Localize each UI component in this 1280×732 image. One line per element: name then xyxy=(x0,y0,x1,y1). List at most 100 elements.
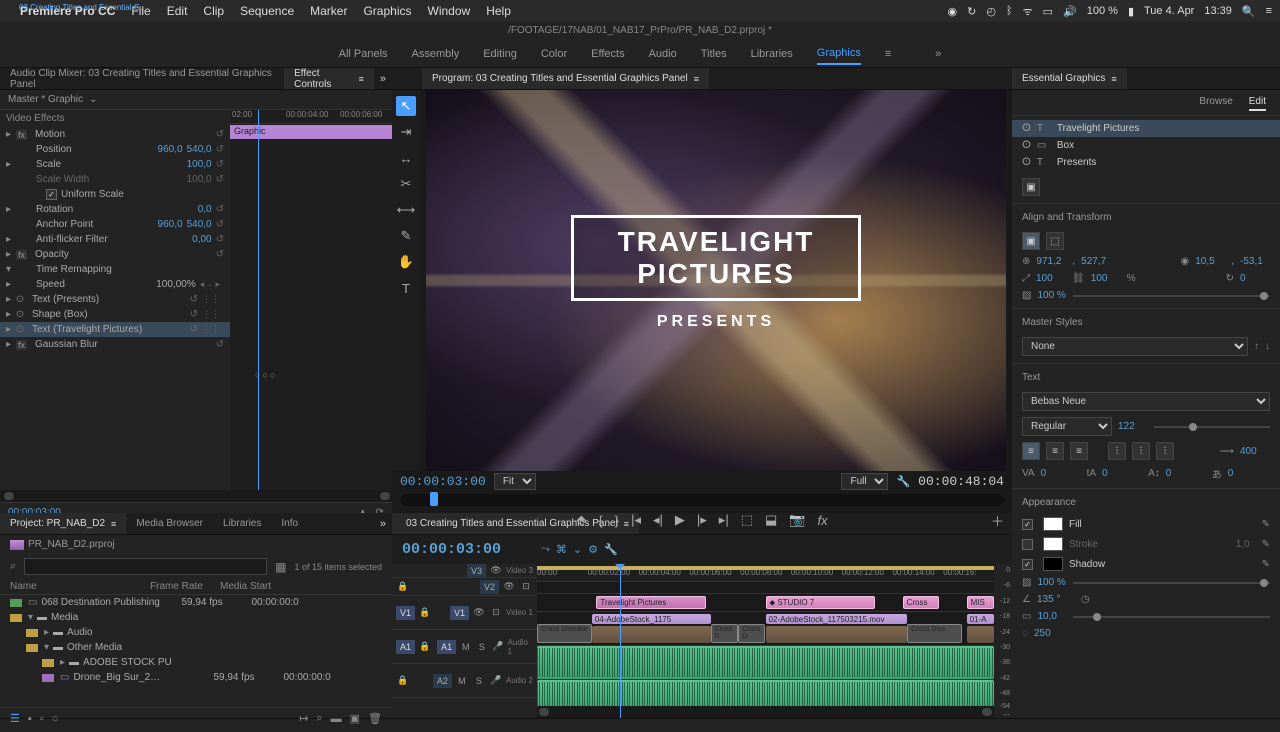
reset-icon[interactable]: ↺ xyxy=(190,294,198,305)
ec-pos-x[interactable]: 960,0 xyxy=(158,144,183,155)
menu-edit[interactable]: Edit xyxy=(167,4,188,18)
ws-titles[interactable]: Titles xyxy=(701,44,727,64)
lock-icon[interactable]: 🔒 xyxy=(418,641,431,652)
grid-view-icon[interactable]: ▦ xyxy=(275,560,286,574)
time-text[interactable]: 13:39 xyxy=(1204,5,1232,17)
eg-tab-edit[interactable]: Edit xyxy=(1249,94,1266,111)
ws-libraries[interactable]: Libraries xyxy=(751,44,793,64)
shadow-opacity[interactable]: 100 % xyxy=(1037,577,1067,588)
link-scale-icon[interactable]: ⛓ xyxy=(1072,273,1085,284)
eg-off-y[interactable]: -53,1 xyxy=(1240,256,1270,267)
ec-playhead[interactable] xyxy=(258,110,259,490)
align-to-selection-icon[interactable]: ⬚ xyxy=(1046,232,1064,250)
eye-icon[interactable]: 👁 xyxy=(489,565,503,576)
font-family-select[interactable]: Bebas Neue xyxy=(1022,392,1270,411)
pen-tool-icon[interactable]: ✎ xyxy=(396,226,416,246)
clip-trans-3[interactable]: Cross D xyxy=(738,624,765,643)
lock-icon[interactable]: 🔒 xyxy=(396,581,410,592)
date-text[interactable]: Tue 4. Apr xyxy=(1144,5,1194,17)
wrench-icon[interactable]: 🔧 xyxy=(604,543,618,556)
shadow-checkbox[interactable] xyxy=(1022,559,1033,570)
align-center-icon[interactable]: ≡ xyxy=(1046,442,1064,460)
track-v2[interactable]: Travelight Pictures ⬥ STUDIO 7 Cross MIS xyxy=(537,594,994,612)
clip-v1-thumb1[interactable] xyxy=(592,626,711,643)
track-header-a1[interactable]: A1🔒A1MS🎤Audio 1 xyxy=(392,630,537,664)
clip-v1-01a[interactable]: 01-A xyxy=(967,614,994,624)
resize-handle-icon[interactable]: ○○○ xyxy=(255,370,277,380)
scrub-marker[interactable] xyxy=(430,492,438,506)
ws-editing[interactable]: Editing xyxy=(483,44,517,64)
eye-icon[interactable]: ⵙ xyxy=(1022,140,1031,151)
stroke-checkbox[interactable] xyxy=(1022,539,1033,550)
reset-icon[interactable]: ↺ xyxy=(216,339,224,350)
clip-trans-2[interactable]: Cross D xyxy=(711,624,738,643)
eg-layer-box[interactable]: ⵙ▭Box xyxy=(1012,137,1280,154)
ec-af-val[interactable]: 0,00 xyxy=(192,234,211,245)
play-icon[interactable]: ▶ xyxy=(675,512,685,528)
clip-v1-thumb3[interactable] xyxy=(967,626,994,643)
program-monitor[interactable]: TRAVELIGHT PICTURES PRESENTS xyxy=(426,90,1006,471)
spotlight-icon[interactable]: 🔍 xyxy=(1242,5,1256,18)
toggle-icon[interactable]: ▸ xyxy=(6,129,16,140)
resolution-select[interactable]: Full xyxy=(841,473,888,490)
align-right-icon[interactable]: ≡ xyxy=(1070,442,1088,460)
col-mediastart[interactable]: Media Start xyxy=(220,581,271,592)
new-bin-icon[interactable]: ▬ xyxy=(331,713,342,725)
settings-icon[interactable]: ⚙ xyxy=(588,543,598,556)
eg-pos-x[interactable]: 971,2 xyxy=(1036,256,1066,267)
eg-rotation[interactable]: 0 xyxy=(1240,273,1270,284)
ws-menu-icon[interactable]: ≡ xyxy=(885,44,891,64)
track-a1[interactable] xyxy=(537,646,994,680)
work-area-bar[interactable] xyxy=(537,566,994,570)
reset-icon[interactable]: ↺ xyxy=(216,204,224,215)
add-marker-icon[interactable]: ⬘ xyxy=(576,512,586,528)
eg-layer-presents[interactable]: ⵙTPresents xyxy=(1012,154,1280,171)
hand-tool-icon[interactable]: ✋ xyxy=(396,252,416,272)
wifi-icon[interactable]: ᯤ xyxy=(1023,4,1033,19)
clip-v1-thumb2[interactable] xyxy=(766,626,908,643)
type-tool-icon[interactable]: T xyxy=(396,278,416,298)
ws-overflow-icon[interactable]: » xyxy=(935,48,941,60)
export-frame-icon[interactable]: 📷 xyxy=(789,512,805,528)
shadow-opacity-slider[interactable] xyxy=(1073,582,1270,584)
shadow-angle[interactable]: 135 ° xyxy=(1037,594,1067,605)
shadow-distance[interactable]: 10,0 xyxy=(1037,611,1067,622)
ec-clip-bar[interactable]: Graphic xyxy=(230,125,392,139)
title-text-sub[interactable]: PRESENTS xyxy=(571,313,861,331)
timeline-tc[interactable]: 00:00:03:00 xyxy=(402,541,501,558)
size-slider[interactable] xyxy=(1154,426,1270,428)
cc-icon[interactable]: ◉ xyxy=(948,5,958,18)
add-kf-icon[interactable]: ◦ xyxy=(208,280,211,290)
master-style-select[interactable]: None xyxy=(1022,337,1248,356)
mark-out-icon[interactable]: } xyxy=(615,513,619,528)
mic-icon[interactable]: 🎤 xyxy=(489,675,503,686)
clip-v1-02adobe[interactable]: 02-AdobeStock_117503215.mov xyxy=(766,614,908,624)
toggle-icon[interactable]: ▸ xyxy=(6,294,16,305)
align-to-video-icon[interactable]: ▣ xyxy=(1022,232,1040,250)
ws-effects[interactable]: Effects xyxy=(591,44,624,64)
button-editor-icon[interactable]: ＋ xyxy=(991,511,1004,530)
lock-icon[interactable]: 🔒 xyxy=(396,675,410,686)
ec-overflow-icon[interactable]: » xyxy=(374,73,392,85)
panel-menu-icon[interactable]: ≡ xyxy=(359,74,364,84)
eg-scale2[interactable]: 100 xyxy=(1091,273,1121,284)
clip-trans-crossdissolve[interactable]: Cross Dissolve xyxy=(537,624,592,643)
sync-icon[interactable]: ↻ xyxy=(967,5,976,18)
eg-tracking[interactable]: 400 xyxy=(1240,446,1270,457)
shadow-distance-slider[interactable] xyxy=(1073,616,1270,618)
reset-icon[interactable]: ↺ xyxy=(216,174,224,185)
eg-off-x[interactable]: 10,5 xyxy=(1195,256,1225,267)
eyedropper-icon[interactable]: ✎ xyxy=(1262,539,1270,550)
reset-icon[interactable]: ↺ xyxy=(216,219,224,230)
align-top-icon[interactable]: ⫶ xyxy=(1108,442,1126,460)
zoom-select[interactable]: Fit xyxy=(494,473,536,490)
toggle-icon[interactable]: ▸ xyxy=(6,159,16,170)
fx-bypass-icon[interactable]: fx xyxy=(817,513,827,528)
menu-help[interactable]: Help xyxy=(486,4,511,18)
timeline-playhead[interactable] xyxy=(620,564,621,718)
track-header-v1[interactable]: V1🔒V1👁⊡Video 1 xyxy=(392,596,537,630)
razor-tool-icon[interactable]: ✂ xyxy=(396,174,416,194)
reset-icon[interactable]: ↺ xyxy=(216,234,224,245)
reset-icon[interactable]: ↺ xyxy=(216,159,224,170)
marker-icon[interactable]: ⌄ xyxy=(573,543,582,556)
